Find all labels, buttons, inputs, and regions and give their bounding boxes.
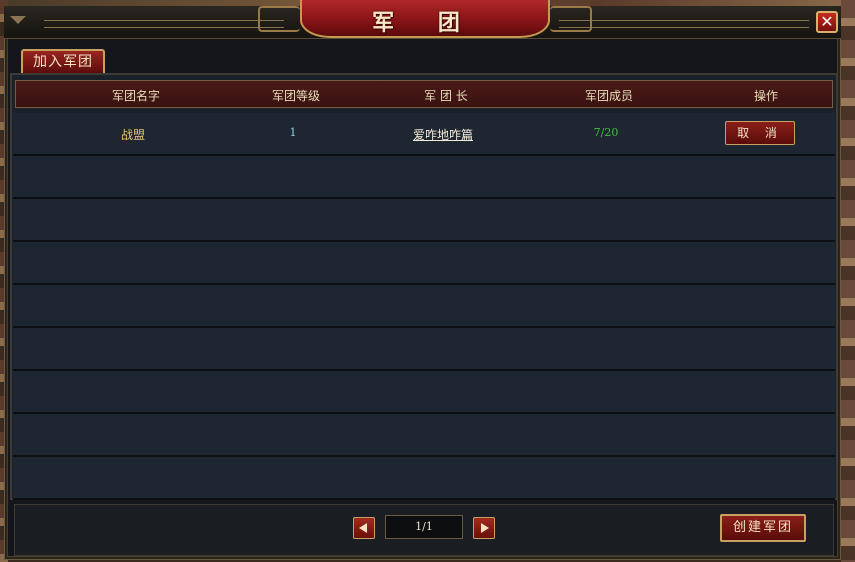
footer-bar: 1/1 创建军团 xyxy=(14,504,834,556)
title-rail-right xyxy=(559,20,809,28)
background-scene-right xyxy=(841,0,855,562)
table-header: 军团名字 军团等级 军 团 长 军团成员 操作 xyxy=(15,80,833,108)
window-title: 军 团 xyxy=(372,10,478,36)
table-row[interactable]: 战盟 1 爱咋地咋篇 7/20 取 消 xyxy=(13,113,835,156)
close-icon: ✕ xyxy=(820,12,834,31)
table-row-empty xyxy=(13,156,835,199)
table-body: 战盟 1 爱咋地咋篇 7/20 取 消 xyxy=(13,113,835,500)
header-action: 操作 xyxy=(753,89,778,103)
header-guild-name: 军团名字 xyxy=(111,89,160,103)
guild-leader-link[interactable]: 爱咋地咋篇 xyxy=(383,126,503,143)
table-row-empty xyxy=(13,371,835,414)
close-button[interactable]: ✕ xyxy=(816,11,838,33)
guild-members: 7/20 xyxy=(593,126,619,139)
table-row-empty xyxy=(13,285,835,328)
corner-ornament-icon xyxy=(10,16,26,24)
cancel-button[interactable]: 取 消 xyxy=(725,121,795,145)
table-row-empty xyxy=(13,199,835,242)
guild-list: 军团名字 军团等级 军 团 长 军团成员 操作 战盟 1 爱咋地咋篇 7/20 … xyxy=(10,73,838,500)
table-row-empty xyxy=(13,242,835,285)
table-row-empty xyxy=(13,414,835,457)
page-indicator: 1/1 xyxy=(385,515,463,539)
guild-level: 1 xyxy=(289,126,297,139)
table-row-empty xyxy=(13,457,835,500)
table-row-empty xyxy=(13,328,835,371)
next-page-button[interactable] xyxy=(473,517,495,539)
create-guild-button[interactable]: 创建军团 xyxy=(720,514,806,542)
header-guild-leader: 军 团 长 xyxy=(424,89,468,103)
header-guild-level: 军团等级 xyxy=(271,89,320,103)
guild-name: 战盟 xyxy=(120,128,145,142)
title-rail-left xyxy=(44,20,284,28)
prev-page-button[interactable] xyxy=(353,517,375,539)
arrow-right-icon xyxy=(481,523,489,533)
header-guild-members: 军团成员 xyxy=(584,89,633,103)
arrow-left-icon xyxy=(359,523,367,533)
title-plate: 军 团 xyxy=(258,0,592,38)
tab-join-guild[interactable]: 加入军团 xyxy=(21,49,105,73)
